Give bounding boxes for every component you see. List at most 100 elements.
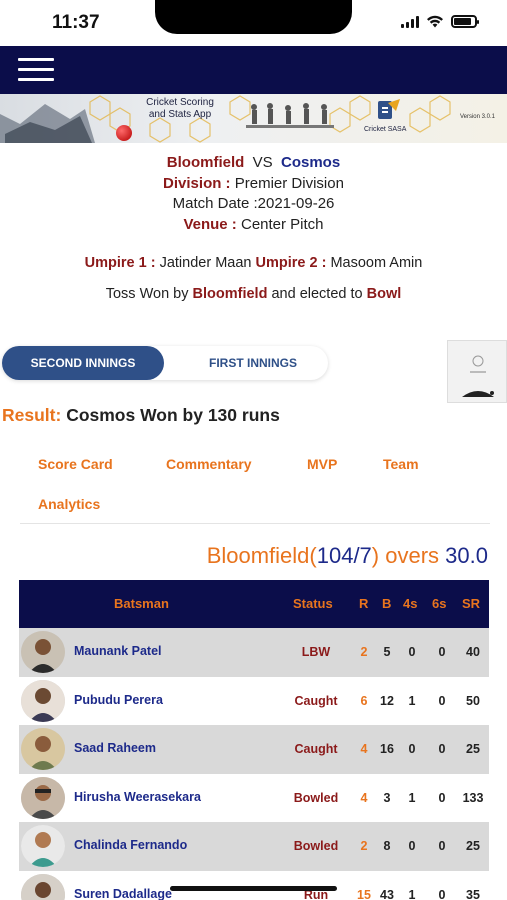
strike-rate-value: 25 bbox=[466, 839, 480, 854]
toss-middle: and elected to bbox=[271, 286, 363, 302]
fours-value: 0 bbox=[408, 645, 416, 659]
menu-mvp[interactable]: MVP bbox=[307, 456, 337, 472]
strike-rate-value: 50 bbox=[466, 693, 480, 708]
innings-score: Bloomfield(104/7) overs 30.0 bbox=[207, 543, 488, 569]
umpire2-label: Umpire 2 : bbox=[255, 255, 327, 271]
header-status: Status bbox=[293, 596, 333, 611]
fours-value: 0 bbox=[408, 839, 416, 854]
balls-value: 8 bbox=[383, 839, 391, 854]
status-time: 11:37 bbox=[52, 12, 100, 33]
sixes-value: 0 bbox=[438, 645, 446, 659]
hamburger-icon[interactable] bbox=[18, 58, 54, 82]
fours-value: 1 bbox=[408, 790, 416, 805]
division-line: Division : Premier Division bbox=[0, 174, 507, 195]
fours-value: 0 bbox=[408, 742, 416, 757]
table-row[interactable]: Hirusha Weerasekara Bowled 4 3 1 0 133 bbox=[19, 773, 489, 823]
header-sixes: 6s bbox=[432, 596, 447, 611]
result-text: Cosmos Won by 130 runs bbox=[66, 405, 280, 425]
strike-rate-value: 35 bbox=[466, 887, 480, 900]
overs-label: overs bbox=[385, 543, 440, 568]
status-bar: 11:37 bbox=[0, 0, 507, 46]
toss-team: Bloomfield bbox=[192, 286, 268, 302]
balls-value: 3 bbox=[383, 790, 391, 805]
batting-table-header: Batsman Status R B 4s 6s SR bbox=[19, 580, 489, 628]
balls-value: 16 bbox=[380, 742, 394, 757]
balls-value: 43 bbox=[380, 887, 394, 900]
score-close-paren: ) bbox=[371, 543, 380, 568]
table-row[interactable]: Pubudu Perera Caught 6 12 1 0 50 bbox=[19, 676, 489, 726]
batsman-name: Hirusha Weerasekara bbox=[74, 789, 201, 804]
table-row[interactable]: Saad Raheem Caught 4 16 0 0 25 bbox=[19, 725, 489, 774]
thumbnail-image-icon bbox=[462, 355, 494, 397]
dismissal-status: Caught bbox=[294, 742, 338, 757]
umpire1-label: Umpire 1 : bbox=[84, 255, 156, 271]
sixes-value: 0 bbox=[438, 693, 446, 708]
vs-label: VS bbox=[252, 154, 273, 171]
table-row[interactable]: Chalinda Fernando Bowled 2 8 0 0 25 bbox=[19, 822, 489, 871]
header-batsman: Batsman bbox=[114, 596, 169, 611]
runs-value: 2 bbox=[360, 839, 368, 854]
runs-value: 2 bbox=[360, 645, 368, 659]
tab-first-innings[interactable]: FIRST INNINGS bbox=[178, 346, 328, 380]
table-row[interactable]: Maunank Patel LBW 2 5 0 0 40 bbox=[19, 628, 489, 677]
batsman-name: Saad Raheem bbox=[74, 741, 156, 756]
scorecard-menu: Score Card Commentary MVP Team Analytics bbox=[20, 445, 490, 525]
match-date-line: Match Date :2021-09-26 bbox=[0, 194, 507, 215]
player-avatar bbox=[21, 825, 65, 868]
menu-divider bbox=[20, 523, 490, 524]
away-team: Cosmos bbox=[281, 154, 341, 171]
batsman-name: Chalinda Fernando bbox=[74, 838, 188, 853]
balls-value: 12 bbox=[380, 693, 394, 708]
batsman-name: Suren Dadallage bbox=[74, 886, 172, 900]
cricket-sasa-logo-icon bbox=[378, 99, 400, 119]
umpire1-value: Jatinder Maan bbox=[159, 255, 252, 271]
umpires-line: Umpire 1 : Jatinder Maan Umpire 2 : Maso… bbox=[0, 255, 507, 271]
match-teams: Bloomfield VS Cosmos bbox=[0, 153, 507, 174]
match-result: Result: Cosmos Won by 130 runs bbox=[2, 405, 280, 426]
home-indicator[interactable] bbox=[170, 886, 337, 891]
fours-value: 1 bbox=[408, 693, 416, 708]
toss-prefix: Toss Won by bbox=[105, 286, 189, 302]
header-fours: 4s bbox=[403, 596, 418, 611]
wifi-icon bbox=[427, 15, 443, 28]
toss-choice: Bowl bbox=[366, 286, 402, 302]
menu-row-2: Analytics bbox=[20, 496, 490, 524]
sixes-value: 0 bbox=[438, 839, 446, 854]
dismissal-status: Caught bbox=[294, 693, 338, 708]
battery-icon bbox=[451, 15, 479, 28]
menu-score-card[interactable]: Score Card bbox=[38, 456, 113, 472]
division-label: Division : bbox=[163, 174, 231, 192]
match-date-label: Match Date : bbox=[172, 195, 258, 212]
batting-table: Batsman Status R B 4s 6s SR Maunank Pate… bbox=[19, 580, 489, 900]
match-details: Bloomfield VS Cosmos Division : Premier … bbox=[0, 153, 507, 235]
player-avatar bbox=[21, 679, 65, 722]
menu-analytics[interactable]: Analytics bbox=[38, 496, 100, 512]
score-team: Bloomfield bbox=[206, 543, 310, 568]
batsman-name: Pubudu Perera bbox=[74, 692, 163, 707]
player-avatar bbox=[21, 776, 65, 819]
menu-row-1: Score Card Commentary MVP Team bbox=[20, 456, 490, 484]
sixes-value: 0 bbox=[438, 742, 446, 757]
venue-label: Venue : bbox=[183, 215, 237, 233]
umpire2-value: Masoom Amin bbox=[330, 255, 423, 271]
strike-rate-value: 40 bbox=[466, 645, 480, 659]
device-notch bbox=[155, 0, 352, 34]
app-banner: Cricket Scoring and Stats App Cricket SA… bbox=[0, 94, 507, 143]
menu-team[interactable]: Team bbox=[383, 456, 419, 472]
signal-icon bbox=[401, 15, 419, 28]
division-value: Premier Division bbox=[234, 174, 344, 192]
result-label: Result: bbox=[2, 405, 62, 425]
banner-brand: Cricket SASA bbox=[364, 126, 407, 133]
menu-commentary[interactable]: Commentary bbox=[166, 456, 252, 472]
tab-second-innings[interactable]: SECOND INNINGS bbox=[2, 346, 164, 380]
dismissal-status: LBW bbox=[301, 645, 331, 659]
home-team: Bloomfield bbox=[166, 154, 245, 171]
runs-value: 15 bbox=[357, 887, 371, 900]
sixes-value: 0 bbox=[438, 790, 446, 805]
player-avatar bbox=[21, 873, 65, 900]
sixes-value: 0 bbox=[438, 887, 446, 900]
header-runs: R bbox=[359, 596, 369, 611]
venue-value: Center Pitch bbox=[240, 215, 324, 233]
side-thumbnail[interactable] bbox=[447, 340, 507, 403]
runs-value: 4 bbox=[360, 790, 368, 805]
